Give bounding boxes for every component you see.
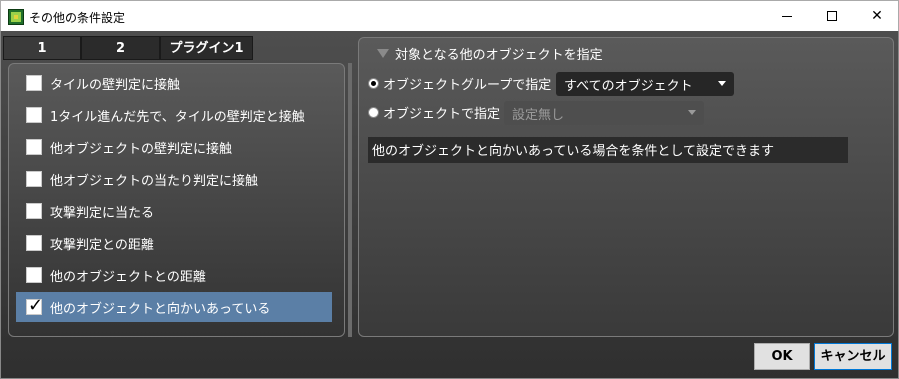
condition-label: 攻撃判定との距離 [50,237,154,253]
checkbox[interactable] [26,171,42,187]
condition-item[interactable]: 攻撃判定に当たる [16,196,332,226]
group-radio-label: オブジェクトグループで指定 [383,78,552,93]
collapse-triangle-icon[interactable] [377,49,389,58]
condition-label: 他オブジェクトの壁判定に接触 [50,141,233,157]
tab-1[interactable]: 1 [3,36,81,60]
checkbox[interactable] [26,203,42,219]
tab-plugin1[interactable]: プラグイン1 [160,36,253,60]
object-select[interactable]: 設定無し [504,101,704,125]
group-radio-row[interactable]: オブジェクトグループで指定 [368,74,551,93]
object-radio-row[interactable]: オブジェクトで指定 [368,103,500,122]
app-icon [8,9,24,25]
close-icon: ✕ [871,8,883,24]
maximize-button[interactable] [809,1,855,32]
dropdown-caret-icon [718,81,726,86]
minimize-button[interactable] [764,1,810,32]
section-title: 対象となる他のオブジェクトを指定 [395,48,603,63]
ok-button[interactable]: OK [754,343,810,370]
checkbox[interactable] [26,75,42,91]
condition-item[interactable]: 1タイル進んだ先で、タイルの壁判定と接触 [16,100,332,130]
title-bar: その他の条件設定 ✕ [0,0,899,31]
dropdown-caret-icon [688,110,696,115]
object-select-value: 設定無し [512,107,565,123]
condition-item[interactable]: 攻撃判定との距離 [16,228,332,258]
condition-label: 他のオブジェクトと向かいあっている [50,301,271,317]
description-text: 他のオブジェクトと向かいあっている場合を条件として設定できます [368,137,848,163]
checkbox[interactable] [26,107,42,123]
cancel-button[interactable]: キャンセル [814,343,892,370]
condition-label: 他のオブジェクトとの距離 [50,269,206,285]
dialog-body: 1 2 プラグイン1 タイルの壁判定に接触 1タイル進んだ先で、タイルの壁判定と… [0,31,899,379]
checkbox[interactable] [26,139,42,155]
condition-label: 攻撃判定に当たる [50,205,155,221]
condition-item[interactable]: 他オブジェクトの当たり判定に接触 [16,164,332,194]
tab-2[interactable]: 2 [81,36,160,60]
checkbox-checked[interactable] [26,295,43,316]
object-group-select[interactable]: すべてのオブジェクト [556,72,734,96]
detail-panel: 対象となる他のオブジェクトを指定 オブジェクトグループで指定 すべてのオブジェク… [358,37,894,337]
group-radio[interactable] [368,78,379,89]
window-title: その他の条件設定 [29,11,126,25]
condition-item[interactable]: 他のオブジェクトとの距離 [16,260,332,290]
panel-splitter[interactable] [348,63,352,337]
condition-list: タイルの壁判定に接触 1タイル進んだ先で、タイルの壁判定と接触 他オブジェクトの… [8,63,345,337]
object-radio-label: オブジェクトで指定 [383,107,501,122]
tab-bar: 1 2 プラグイン1 [3,36,253,60]
object-radio[interactable] [368,107,379,118]
minimize-icon [782,15,792,17]
condition-item-selected[interactable]: 他のオブジェクトと向かいあっている [16,292,332,322]
condition-item[interactable]: タイルの壁判定に接触 [16,68,332,98]
section-header: 対象となる他のオブジェクトを指定 [377,44,603,63]
checkbox[interactable] [26,235,42,251]
maximize-icon [827,11,837,21]
condition-item[interactable]: 他オブジェクトの壁判定に接触 [16,132,332,162]
condition-label: 他オブジェクトの当たり判定に接触 [50,173,259,189]
object-group-value: すべてのオブジェクト [564,78,693,94]
condition-label: 1タイル進んだ先で、タイルの壁判定と接触 [50,109,305,125]
condition-label: タイルの壁判定に接触 [50,77,181,93]
close-button[interactable]: ✕ [854,1,899,32]
checkbox[interactable] [26,267,42,283]
